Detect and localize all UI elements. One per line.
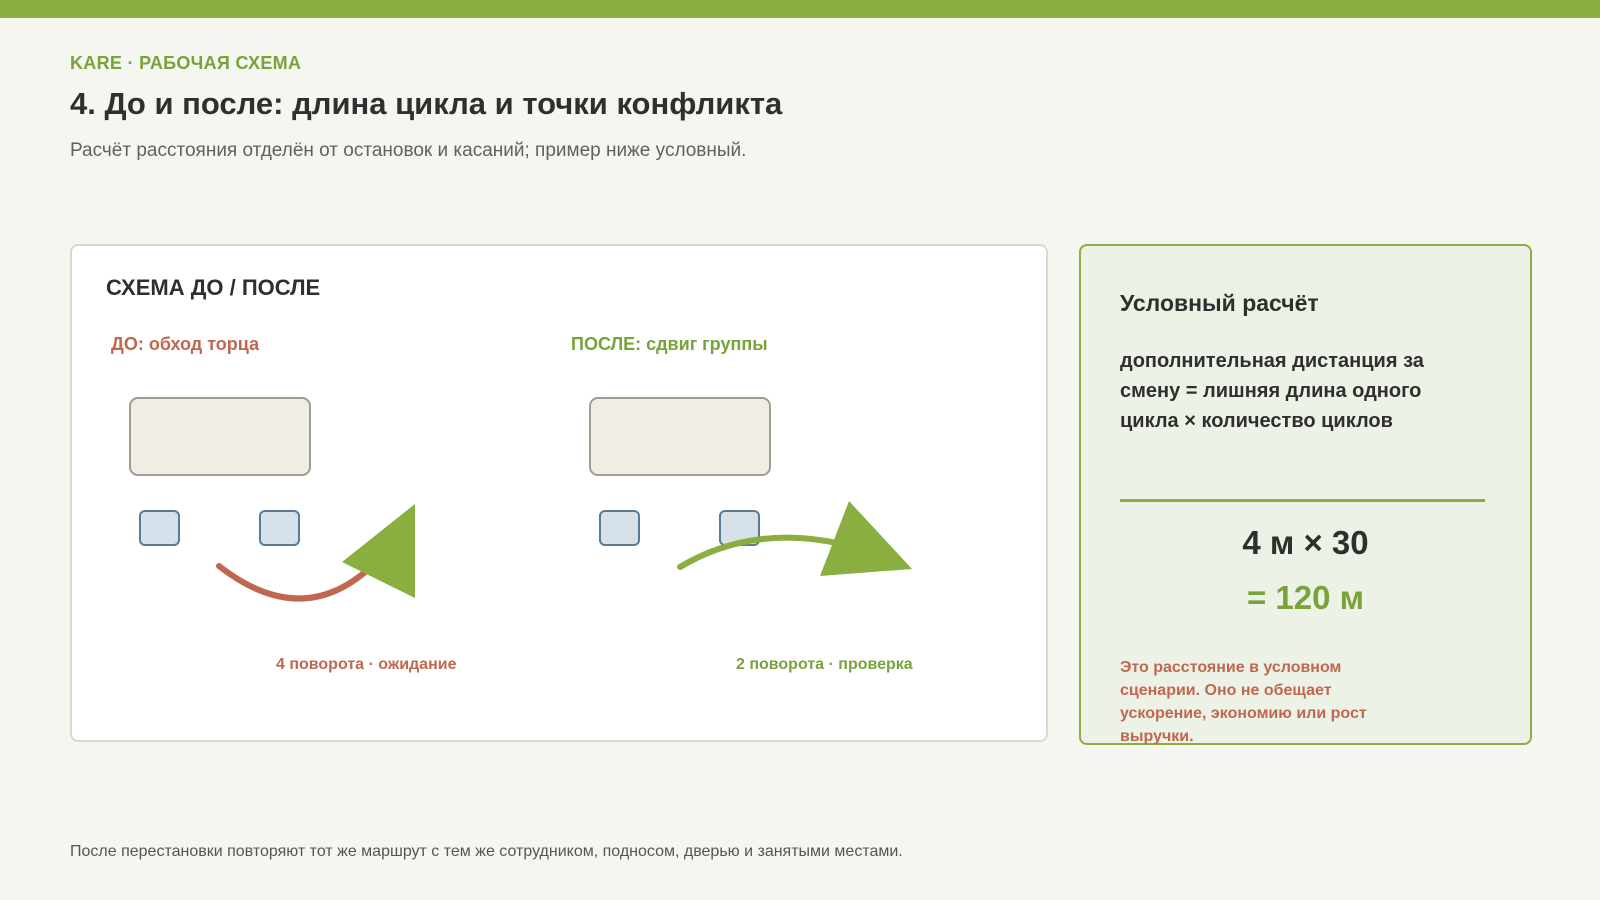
calculation-card: Условный расчёт дополнительная дистанция… — [1079, 244, 1532, 745]
before-route-path — [216, 563, 375, 602]
before-caption: 4 поворота · ожидание — [276, 656, 457, 673]
before-table — [129, 397, 311, 476]
top-accent-bar — [0, 0, 1600, 18]
after-table — [589, 397, 771, 476]
calculation-expression: 4 м × 30 — [1242, 524, 1369, 561]
section-eyebrow: KARE · РАБОЧАЯ СХЕМА — [70, 53, 302, 73]
before-chair-right — [259, 510, 300, 546]
page-subtitle: Расчёт расстояния отделён от остановок и… — [70, 140, 747, 161]
calculation-heading: Условный расчёт — [1120, 290, 1319, 316]
calculation-disclaimer: Это расстояние в условном сценарии. Оно … — [1120, 659, 1367, 745]
after-route-arrowhead — [820, 501, 912, 576]
footer-note: После перестановки повторяют тот же марш… — [70, 843, 903, 860]
page-title: 4. До и после: длина цикла и точки конфл… — [70, 86, 783, 121]
calculation-formula: дополнительная дистанция за смену = лишн… — [1120, 350, 1424, 432]
after-caption: 2 поворота · проверка — [736, 656, 913, 673]
scheme-card: СХЕМА ДО / ПОСЛЕ ДО: обход торца ПОСЛЕ: … — [70, 244, 1048, 742]
after-route-path — [677, 534, 845, 570]
after-chair-left — [599, 510, 640, 546]
calculation-result: = 120 м — [1246, 579, 1365, 616]
before-chair-left — [139, 510, 180, 546]
calculation-divider — [1120, 499, 1485, 502]
